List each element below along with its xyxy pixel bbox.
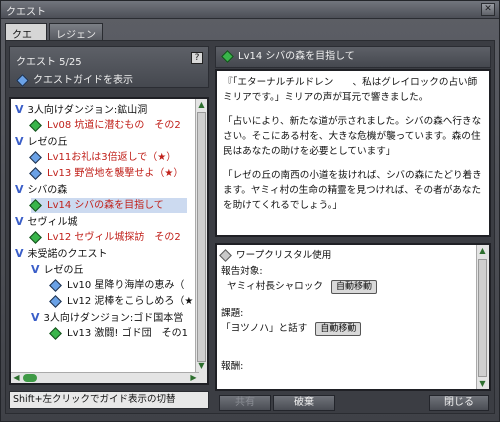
task-text: 「ヨツノハ」と話す — [221, 323, 308, 334]
warp-crystal-row: ワープクリスタル使用 — [219, 248, 332, 263]
diamond-icon — [16, 73, 29, 87]
expand-chevron-icon[interactable]: V — [15, 183, 24, 196]
tree-item-label: シバの森 — [27, 185, 68, 196]
tree-quest-lv14-selected[interactable]: Lv14 シバの森を目指して — [29, 198, 187, 213]
quest-gem-icon — [49, 294, 62, 308]
tree-subgroup-reze-hill[interactable]: V レゼの丘 — [31, 262, 84, 277]
reward-label: 報酬: — [221, 361, 244, 372]
quest-tree: V 3人向けダンジョン:鉱山洞 Lv08 坑道に潜むもの その2 V レゼの丘 Lv… — [9, 97, 209, 385]
tree-item-label: 未受諾のクエスト — [27, 249, 108, 260]
auto-move-button-task[interactable]: 自動移動 — [315, 322, 362, 336]
scroll-thumb[interactable] — [197, 112, 206, 362]
scroll-down-icon[interactable]: ▼ — [196, 360, 207, 371]
tree-vertical-scrollbar[interactable]: ▲ ▼ — [195, 99, 207, 383]
quest-gem-icon — [49, 278, 62, 292]
tree-horizontal-scrollbar[interactable]: ◀ ▶ — [11, 372, 199, 383]
tree-quest-lv13[interactable]: Lv13 野営地を襲撃せよ（★） — [29, 166, 184, 181]
detail-vertical-scrollbar[interactable]: ▲ ▼ — [476, 245, 489, 389]
tree-item-label: Lv12 セヴィル城探訪 その2 — [47, 232, 181, 243]
tree-item-label: セヴィル城 — [27, 217, 78, 228]
warp-crystal-icon — [219, 248, 232, 262]
report-label: 報告対象: — [221, 266, 263, 277]
scroll-down-icon[interactable]: ▼ — [477, 378, 488, 389]
scroll-thumb-horizontal[interactable] — [23, 374, 37, 382]
tree-item-label: Lv12 泥棒をこらしめろ（★ — [67, 296, 194, 307]
expand-chevron-icon[interactable]: V — [15, 215, 24, 228]
window-title: クエスト — [6, 7, 46, 18]
scroll-up-icon[interactable]: ▲ — [196, 99, 207, 110]
scroll-up-icon[interactable]: ▲ — [477, 245, 488, 256]
quest-gem-icon — [29, 230, 42, 244]
task-label: 課題: — [221, 308, 244, 319]
report-target-row: ヤミィ村長シャロック 自動移動 — [227, 280, 377, 294]
quest-gem-icon — [29, 118, 42, 132]
auto-move-button-report[interactable]: 自動移動 — [330, 280, 377, 294]
tree-quest-lv13-godo[interactable]: Lv13 激闘! ゴド団 その1 — [49, 326, 188, 341]
expand-chevron-icon[interactable]: V — [31, 263, 40, 276]
tree-group-reze-hill[interactable]: V レゼの丘 — [15, 134, 68, 149]
tree-item-label: レゼの丘 — [43, 265, 84, 276]
show-guide-toggle[interactable]: クエストガイドを表示 — [16, 71, 133, 87]
quest-title: Lv14 シバの森を目指して — [238, 51, 355, 62]
expand-chevron-icon[interactable]: V — [15, 247, 24, 260]
tree-quest-lv11[interactable]: Lv11お礼は3倍返しで（★） — [29, 150, 177, 165]
quest-title-bar: Lv14 シバの森を目指して — [215, 46, 491, 68]
show-guide-label: クエストガイドを表示 — [33, 75, 133, 86]
quest-window: クエスト ✕ クエスト レジェンド クエスト 5/25 ? クエストガイドを表示… — [0, 0, 500, 422]
tree-group-mine-cave[interactable]: V 3人向けダンジョン:鉱山洞 — [15, 102, 147, 117]
tree-item-label: Lv14 シバの森を目指して — [47, 200, 164, 211]
quest-gem-icon — [29, 150, 42, 164]
share-button[interactable]: 共有 — [219, 395, 271, 411]
description-paragraph: 「レゼの丘の南西の小道を抜ければ、シバの森にたどり着きます。ヤミィ村の生命の精霊… — [223, 170, 482, 211]
description-paragraph: 「占いにより、新たな道が示されました。シバの森へ行きなさい。そこにある村を、大き… — [223, 116, 482, 157]
tree-quest-lv12[interactable]: Lv12 セヴィル城探訪 その2 — [29, 230, 181, 245]
tree-group-sevil-castle[interactable]: V セヴィル城 — [15, 214, 78, 229]
quest-gem-icon — [49, 326, 62, 340]
expand-chevron-icon[interactable]: V — [31, 311, 40, 324]
quest-count: クエスト 5/25 — [16, 57, 82, 68]
tree-quest-lv08[interactable]: Lv08 坑道に潜むもの その2 — [29, 118, 181, 133]
scroll-left-icon[interactable]: ◀ — [11, 373, 22, 383]
tree-item-label: 3人向けダンジョン:ゴド国本営 — [43, 313, 184, 324]
tree-item-label: レゼの丘 — [27, 137, 68, 148]
scroll-right-icon[interactable]: ▶ — [188, 373, 199, 383]
tab-legend[interactable]: レジェンド — [49, 23, 103, 56]
abandon-button[interactable]: 破棄 — [273, 395, 335, 411]
tree-item-label: 3人向けダンジョン:鉱山洞 — [27, 105, 148, 116]
quest-list-header: クエスト 5/25 ? クエストガイドを表示 — [9, 46, 209, 88]
tree-subgroup-godo[interactable]: V 3人向けダンジョン:ゴド国本営 — [31, 310, 183, 325]
tree-item-label: Lv08 坑道に潜むもの その2 — [47, 120, 181, 131]
expand-chevron-icon[interactable]: V — [15, 103, 24, 116]
tab-quest[interactable]: クエスト — [5, 23, 47, 56]
tree-item-label: Lv13 野営地を襲撃せよ（★） — [47, 168, 184, 179]
guide-toggle-hint: Shift+左クリックでガイド表示の切替 — [9, 391, 209, 409]
tree-group-unaccepted[interactable]: V 未受諾のクエスト — [15, 246, 108, 261]
close-button[interactable]: 閉じる — [429, 395, 489, 411]
help-icon[interactable]: ? — [191, 52, 203, 64]
description-paragraph: 『「エターナルチルドレン 、私はグレイロックの占い師 ミリアです。」ミリアの声が… — [223, 77, 478, 103]
warp-crystal-label: ワープクリスタル使用 — [236, 250, 332, 261]
report-target: ヤミィ村長シャロック — [227, 281, 323, 292]
quest-detail-panel: ワープクリスタル使用 報告対象: ヤミィ村長シャロック 自動移動 課題: 「ヨツノ… — [215, 243, 491, 391]
expand-chevron-icon[interactable]: V — [15, 135, 24, 148]
quest-gem-icon — [221, 49, 234, 63]
title-bar[interactable]: クエスト ✕ — [1, 1, 499, 19]
tree-quest-lv12-thief[interactable]: Lv12 泥棒をこらしめろ（★ — [49, 294, 194, 309]
quest-gem-icon — [29, 198, 42, 212]
scroll-thumb[interactable] — [478, 259, 487, 377]
tree-item-label: Lv10 星降り海岸の恵み（ — [67, 280, 185, 291]
quest-gem-icon — [29, 166, 42, 180]
tree-group-shiba-forest[interactable]: V シバの森 — [15, 182, 67, 197]
close-icon[interactable]: ✕ — [481, 3, 495, 16]
tree-item-label: Lv11お礼は3倍返しで（★） — [47, 152, 177, 163]
quest-description: 『「エターナルチルドレン 、私はグレイロックの占い師 ミリアです。」ミリアの声が… — [215, 69, 491, 237]
task-row: 「ヨツノハ」と話す 自動移動 — [221, 322, 362, 336]
tree-quest-lv10[interactable]: Lv10 星降り海岸の恵み（ — [49, 278, 185, 293]
tree-item-label: Lv13 激闘! ゴド団 その1 — [67, 328, 188, 339]
